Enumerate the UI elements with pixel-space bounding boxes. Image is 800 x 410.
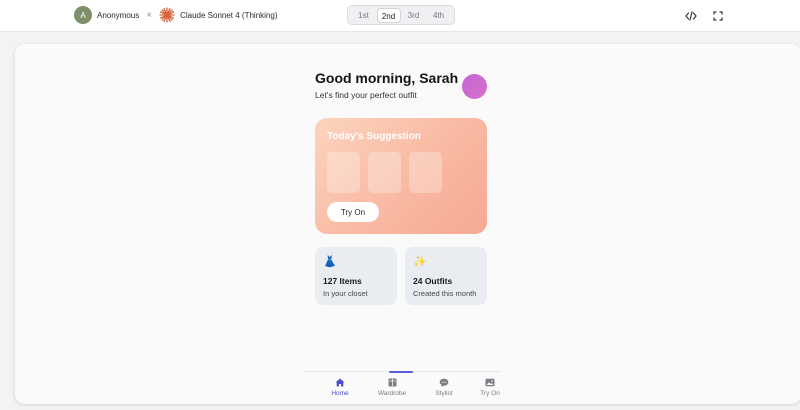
model-name: Claude Sonnet 4 (Thinking) [180, 10, 278, 20]
nav-label: Home [331, 390, 349, 397]
claude-logo-icon [159, 7, 175, 23]
rank-tab-2nd[interactable]: 2nd [376, 7, 401, 23]
stat-number: 24 Outfits [413, 276, 453, 286]
stat-number: 127 Items [323, 276, 362, 286]
greeting-title: Good morning, Sarah [315, 70, 459, 86]
app-preview: Good morning, Sarah Let's find your perf… [15, 44, 800, 404]
fullscreen-icon[interactable] [711, 9, 725, 23]
dress-icon: 👗 [323, 256, 337, 268]
stat-card-items[interactable]: 👗 127 Items In your closet [315, 247, 397, 305]
suggestion-title: Today's Suggestion [327, 131, 421, 142]
chat-icon [439, 378, 449, 387]
user-name: Anonymous [97, 10, 140, 20]
stat-card-outfits[interactable]: ✨ 24 Outfits Created this month [405, 247, 487, 305]
outfit-slot [409, 152, 442, 193]
rank-tab-1st[interactable]: 1st [352, 8, 376, 23]
outfit-slot [327, 152, 360, 193]
bottom-nav: Home Wardrobe Stylist Try On [304, 371, 500, 404]
stat-caption: In your closet [323, 289, 368, 298]
sparkles-icon: ✨ [413, 256, 427, 268]
user-avatar: A [74, 6, 92, 24]
stat-caption: Created this month [413, 289, 477, 298]
participants: A Anonymous × Claude Sonnet 4 (Thinking) [74, 6, 277, 24]
separator: × [146, 9, 153, 21]
active-tab-indicator [389, 371, 413, 373]
rank-tab-4th[interactable]: 4th [427, 8, 451, 23]
nav-item-home[interactable]: Home [316, 378, 364, 397]
nav-label: Stylist [435, 390, 453, 397]
wardrobe-icon [387, 378, 397, 387]
nav-item-wardrobe[interactable]: Wardrobe [368, 378, 416, 397]
home-icon [335, 378, 345, 387]
nav-label: Wardrobe [377, 390, 407, 397]
outfit-slot [368, 152, 401, 193]
code-icon[interactable] [684, 9, 698, 23]
rank-tab-3rd[interactable]: 3rd [402, 8, 426, 23]
profile-avatar[interactable] [462, 74, 487, 99]
top-bar: A Anonymous × Claude Sonnet 4 (Thinking)… [0, 0, 800, 32]
suggestion-card: Today's Suggestion Try On [315, 118, 487, 234]
greeting-subtitle: Let's find your perfect outfit [315, 90, 417, 100]
nav-item-stylist[interactable]: Stylist [420, 378, 468, 397]
nav-item-try-on[interactable]: Try On [466, 378, 514, 397]
try-on-button[interactable]: Try On [327, 202, 379, 222]
nav-label: Try On [480, 390, 500, 397]
image-icon [485, 378, 495, 387]
rank-tabs: 1st 2nd 3rd 4th [347, 5, 455, 25]
